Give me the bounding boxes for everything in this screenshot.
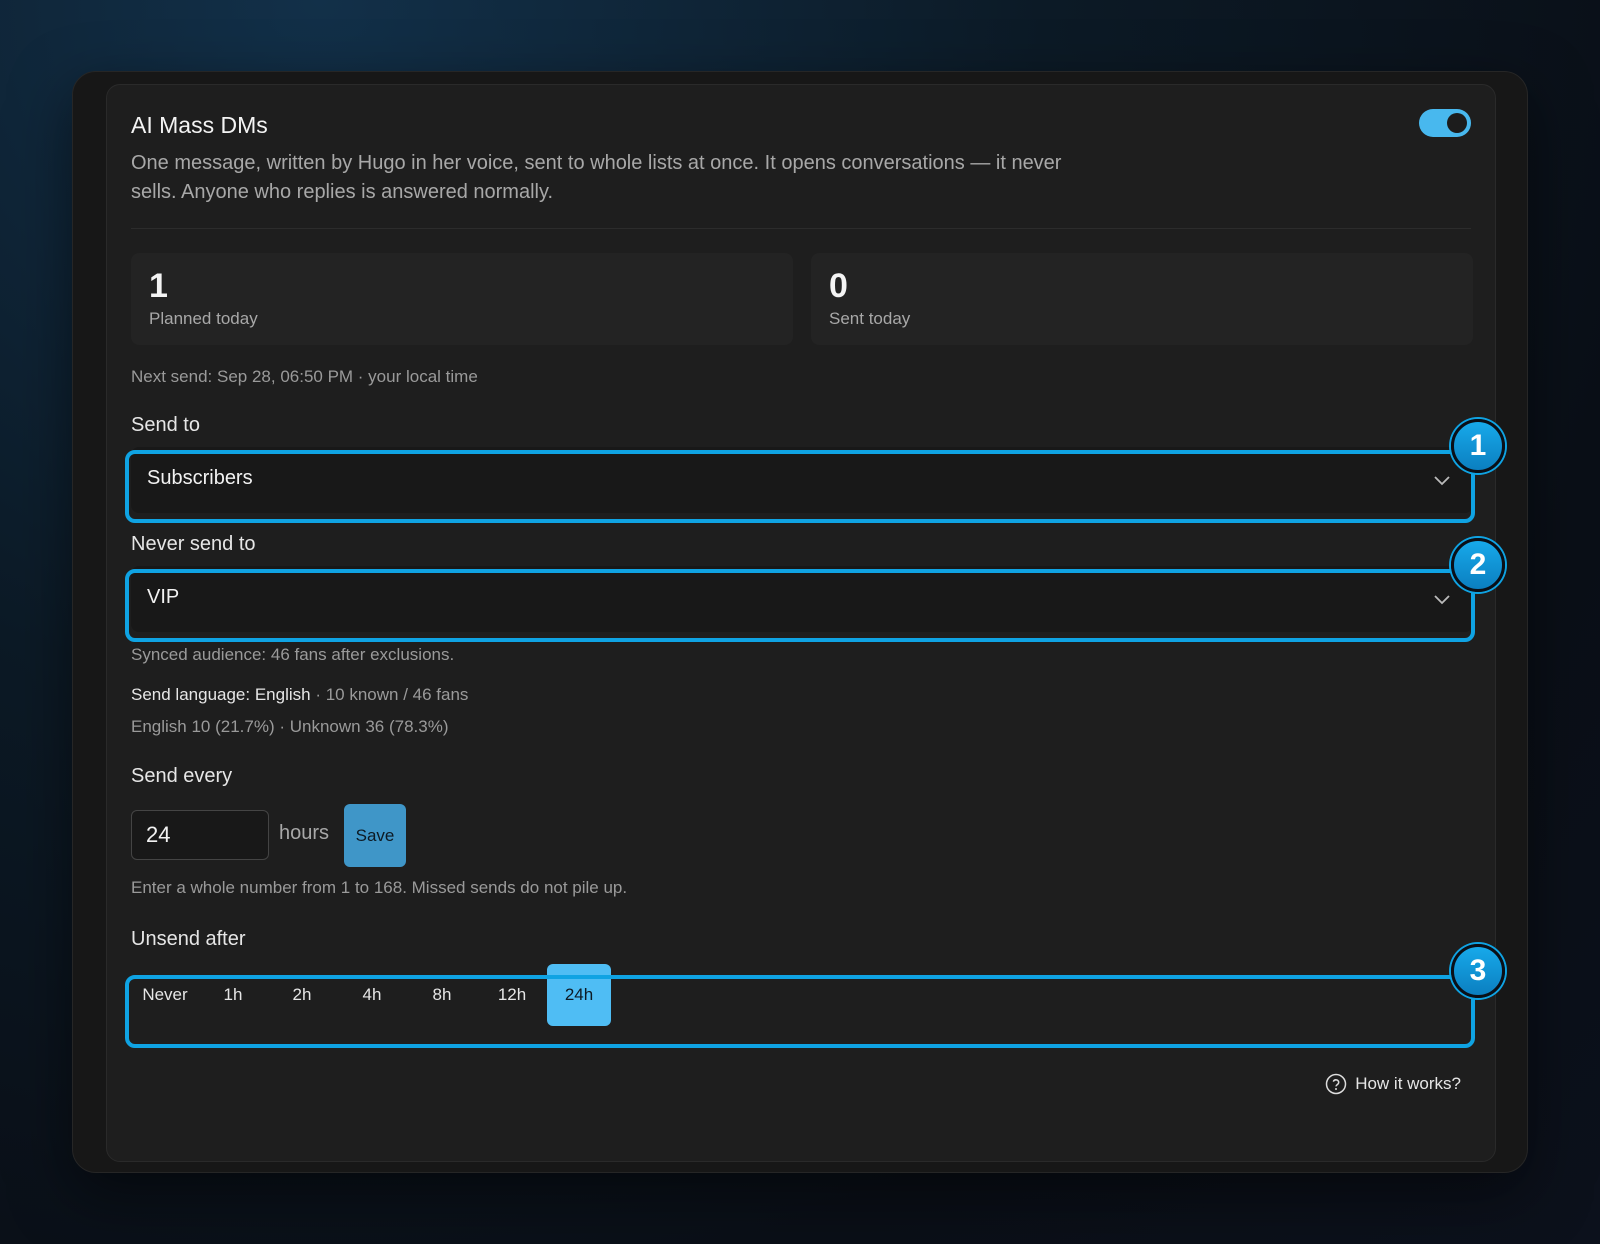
card-title: AI Mass DMs [131, 112, 268, 138]
save-button[interactable]: Save [344, 804, 406, 867]
callout-badge-2: 2 [1451, 538, 1505, 592]
callout-badge-3: 3 [1451, 944, 1505, 998]
mass-dm-card: AI Mass DMs One message, written by Hugo… [106, 84, 1496, 1162]
send-to-select[interactable]: Subscribers [131, 447, 1473, 513]
unsend-option-1h[interactable]: 1h [199, 964, 267, 1026]
stat-sent-today: 0 Sent today [811, 253, 1473, 345]
chevron-down-icon [1434, 476, 1450, 486]
how-it-works-link[interactable]: How it works? [1325, 1073, 1461, 1095]
language-breakdown: English 10 (21.7%) · Unknown 36 (78.3%) [131, 717, 449, 736]
unsend-after-options: Never 1h 2h 4h 8h 12h 24h [131, 964, 611, 1026]
send-language-label: Send language: English [131, 685, 311, 704]
audience-note: Synced audience: 46 fans after exclusion… [131, 645, 455, 664]
stat-value: 0 [829, 267, 848, 305]
unsend-after-label: Unsend after [131, 928, 246, 950]
stat-label: Planned today [149, 309, 258, 328]
divider [131, 228, 1471, 229]
never-send-to-value: VIP [147, 586, 180, 608]
send-every-hint: Enter a whole number from 1 to 168. Miss… [131, 878, 628, 897]
send-to-value: Subscribers [147, 467, 253, 489]
unsend-option-4h[interactable]: 4h [337, 964, 407, 1026]
unsend-option-8h[interactable]: 8h [407, 964, 477, 1026]
unsend-option-12h[interactable]: 12h [477, 964, 547, 1026]
unsend-option-never[interactable]: Never [131, 964, 199, 1026]
enable-toggle[interactable] [1419, 109, 1471, 137]
send-to-label: Send to [131, 414, 200, 436]
never-send-to-select[interactable]: VIP [131, 566, 1473, 632]
callout-badge-1: 1 [1451, 419, 1505, 473]
modal-frame: AI Mass DMs One message, written by Hugo… [72, 71, 1528, 1173]
next-send-text: Next send: Sep 28, 06:50 PM · your local… [131, 367, 478, 386]
chevron-down-icon [1434, 595, 1450, 605]
unsend-option-24h[interactable]: 24h [547, 964, 611, 1026]
hours-unit: hours [279, 822, 330, 844]
unsend-option-2h[interactable]: 2h [267, 964, 337, 1026]
never-send-to-label: Never send to [131, 533, 256, 555]
card-description: One message, written by Hugo in her voic… [131, 152, 1062, 203]
stat-label: Sent today [829, 309, 911, 328]
stat-planned-today: 1 Planned today [131, 253, 793, 345]
toggle-knob [1447, 113, 1467, 133]
send-every-label: Send every [131, 765, 233, 787]
how-it-works-label: How it works? [1355, 1074, 1461, 1093]
send-language-detail: · 10 known / 46 fans [310, 685, 469, 704]
send-every-input[interactable] [131, 810, 269, 860]
stat-value: 1 [149, 267, 168, 305]
send-language: Send language: English · 10 known / 46 f… [131, 685, 468, 705]
help-circle-icon [1325, 1073, 1347, 1095]
